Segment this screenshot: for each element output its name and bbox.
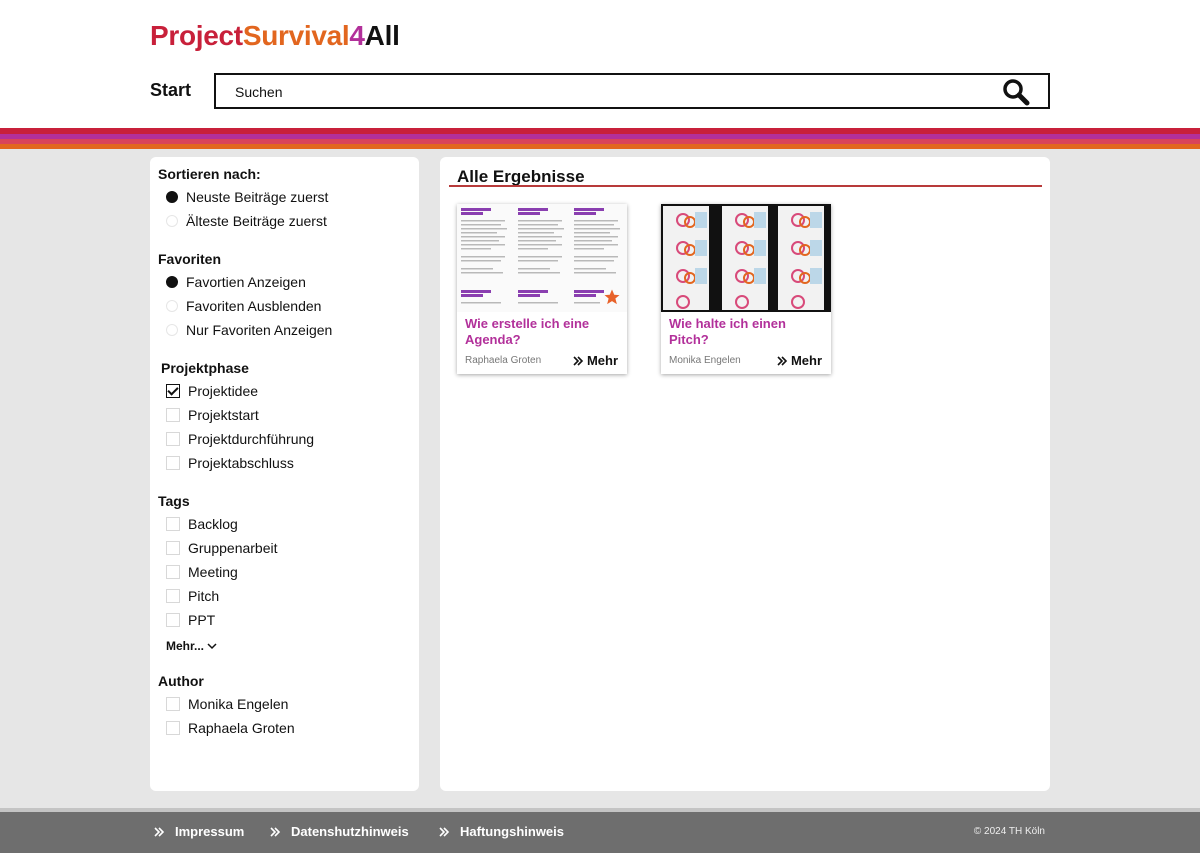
favorites-only-option[interactable]: Nur Favoriten Anzeigen [166, 320, 332, 340]
tags-title: Tags [158, 493, 190, 509]
favorites-title: Favoriten [158, 251, 222, 267]
logo-part-all: All [364, 20, 400, 51]
site-header: ProjectSurvival4All Start [0, 0, 1200, 128]
option-label: Meeting [188, 564, 238, 580]
footer-link-impressum[interactable]: Impressum [154, 824, 244, 839]
site-footer: Impressum Datenshutzhinweis Haftungshinw… [0, 812, 1200, 853]
tag-gruppenarbeit[interactable]: Gruppenarbeit [166, 538, 278, 558]
logo-part-survival: Survival [242, 20, 350, 51]
option-label: Neuste Beiträge zuerst [186, 189, 329, 205]
checkbox[interactable] [166, 456, 180, 470]
search-icon[interactable] [1002, 78, 1030, 106]
radio-selected[interactable] [166, 276, 178, 288]
option-label: Favoriten Ausblenden [186, 298, 322, 314]
logo-part-4: 4 [349, 20, 365, 51]
author-monika-engelen[interactable]: Monika Engelen [166, 694, 288, 714]
header-stripes [0, 128, 1200, 149]
filter-sidebar: Sortieren nach: Neuste Beiträge zuerst Ä… [150, 157, 419, 791]
results-title: Alle Ergebnisse [457, 167, 585, 186]
checkbox[interactable] [166, 721, 180, 735]
search-input[interactable] [235, 82, 995, 102]
checkbox[interactable] [166, 517, 180, 531]
radio-selected[interactable] [166, 191, 178, 203]
option-label: Projektdurchführung [188, 431, 315, 447]
footer-link-label: Datenshutzhinweis [291, 824, 409, 839]
double-chevron-right-icon [573, 355, 584, 366]
checkbox[interactable] [166, 408, 180, 422]
favorite-star-icon[interactable] [603, 288, 621, 306]
more-label: Mehr [790, 353, 822, 368]
checkbox[interactable] [166, 565, 180, 579]
radio[interactable] [166, 215, 178, 227]
double-chevron-right-icon [270, 826, 281, 837]
favorites-hide-option[interactable]: Favoriten Ausblenden [166, 296, 321, 316]
option-label: Projektstart [188, 407, 259, 423]
option-label: Pitch [188, 588, 220, 604]
logo-part-project: Project [150, 20, 243, 51]
more-label: Mehr... [166, 639, 205, 653]
checkbox[interactable] [166, 432, 180, 446]
radio[interactable] [166, 300, 178, 312]
sort-oldest-option[interactable]: Älteste Beiträge zuerst [166, 211, 327, 231]
card-thumbnail [661, 204, 831, 312]
phase-projektstart[interactable]: Projektstart [166, 405, 259, 425]
checkbox-checked[interactable] [166, 384, 180, 398]
double-chevron-right-icon [777, 355, 788, 366]
card-author: Monika Engelen [669, 355, 741, 366]
phase-title: Projektphase [161, 360, 249, 376]
search-bar [214, 73, 1050, 109]
site-logo[interactable]: ProjectSurvival4All [150, 20, 400, 52]
option-label: Nur Favoriten Anzeigen [186, 322, 333, 338]
double-chevron-right-icon [439, 826, 450, 837]
option-label: Gruppenarbeit [188, 540, 278, 556]
tags-more-toggle[interactable]: Mehr... [166, 639, 217, 653]
option-label: Raphaela Groten [188, 720, 295, 736]
tag-backlog[interactable]: Backlog [166, 514, 238, 534]
card-title[interactable]: Wie halte ich einen Pitch? [669, 316, 819, 348]
author-title: Author [158, 673, 204, 689]
footer-link-haftung[interactable]: Haftungshinweis [439, 824, 564, 839]
tag-pitch[interactable]: Pitch [166, 586, 219, 606]
start-link[interactable]: Start [150, 80, 191, 101]
option-label: Monika Engelen [188, 696, 289, 712]
option-label: Projektabschluss [188, 455, 294, 471]
option-label: PPT [188, 612, 216, 628]
sort-newest-option[interactable]: Neuste Beiträge zuerst [166, 187, 328, 207]
chevron-down-icon [207, 642, 217, 649]
results-panel: Alle Ergebnisse Wie erstelle ich eine Ag… [440, 157, 1050, 791]
double-chevron-right-icon [154, 826, 165, 837]
author-raphaela-groten[interactable]: Raphaela Groten [166, 718, 295, 738]
sort-title: Sortieren nach: [158, 166, 261, 182]
phase-projektidee[interactable]: Projektidee [166, 381, 258, 401]
favorites-show-option[interactable]: Favortien Anzeigen [166, 272, 306, 292]
option-label: Backlog [188, 516, 238, 532]
card-author: Raphaela Groten [465, 355, 542, 366]
footer-link-label: Haftungshinweis [460, 824, 565, 839]
option-label: Älteste Beiträge zuerst [186, 213, 327, 229]
phase-projektdurchfuehrung[interactable]: Projektdurchführung [166, 429, 314, 449]
copyright-text: © 2024 TH Köln [973, 826, 1045, 837]
checkbox[interactable] [166, 697, 180, 711]
radio[interactable] [166, 324, 178, 336]
title-divider [449, 185, 1042, 187]
result-card-agenda[interactable]: Wie erstelle ich eine Agenda? Raphaela G… [457, 204, 627, 374]
card-thumbnail [457, 204, 627, 312]
checkbox[interactable] [166, 541, 180, 555]
phase-projektabschluss[interactable]: Projektabschluss [166, 453, 294, 473]
card-title[interactable]: Wie erstelle ich eine Agenda? [465, 316, 615, 348]
checkbox[interactable] [166, 613, 180, 627]
more-label: Mehr [586, 353, 618, 368]
option-label: Projektidee [188, 383, 259, 399]
result-card-pitch[interactable]: Wie halte ich einen Pitch? Monika Engele… [661, 204, 831, 374]
option-label: Favortien Anzeigen [186, 274, 306, 290]
footer-link-label: Impressum [175, 824, 245, 839]
checkbox[interactable] [166, 589, 180, 603]
tag-meeting[interactable]: Meeting [166, 562, 238, 582]
card-more-link[interactable]: Mehr [573, 353, 618, 368]
footer-link-datenschutz[interactable]: Datenshutzhinweis [270, 824, 409, 839]
card-more-link[interactable]: Mehr [777, 353, 822, 368]
tag-ppt[interactable]: PPT [166, 610, 215, 630]
